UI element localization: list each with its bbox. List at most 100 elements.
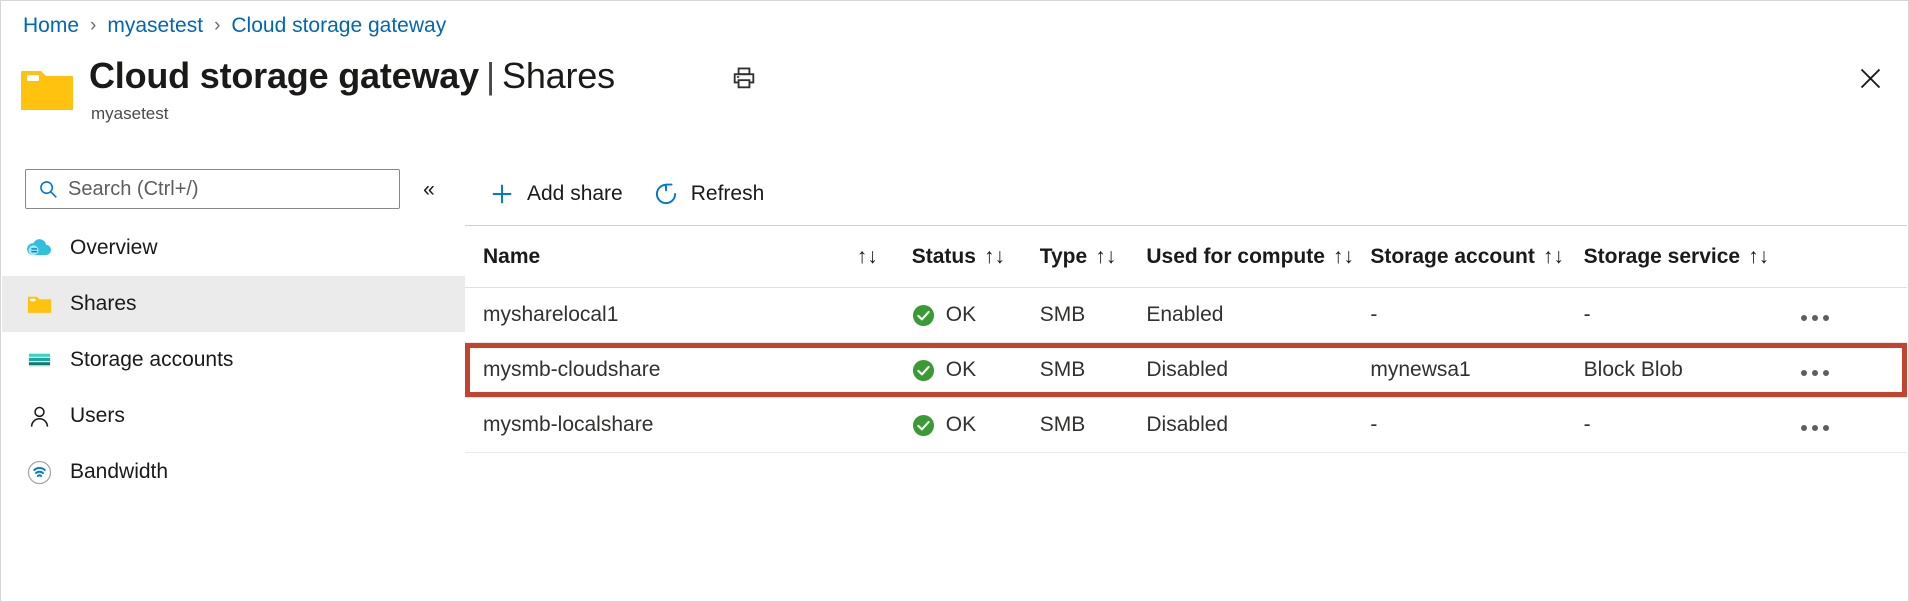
column-header-name[interactable]: Name ↑↓ [465, 226, 894, 288]
column-header-label: Storage account [1370, 245, 1535, 269]
column-header-label: Status [912, 245, 976, 269]
add-share-button[interactable]: Add share [481, 172, 637, 216]
collapse-sidebar-button[interactable]: « [414, 175, 444, 203]
breadcrumb: Home › myasetest › Cloud storage gateway [23, 11, 446, 41]
folder-icon [25, 290, 53, 318]
table-header-row: Name ↑↓ Status ↑↓ Type [465, 226, 1907, 288]
sort-icon[interactable]: ↑↓ [1333, 245, 1354, 269]
cloud-icon [25, 234, 53, 262]
cell-storage-service: - [1566, 288, 1779, 343]
success-check-icon [912, 414, 935, 437]
page-title-suffix: Shares [502, 55, 615, 96]
add-share-label: Add share [527, 182, 623, 206]
print-button[interactable] [727, 63, 761, 97]
storage-account-icon [25, 346, 53, 374]
sidebar-item-label: Overview [70, 236, 158, 260]
table-row[interactable]: mysmb-cloudshare OK [465, 343, 1907, 398]
sort-icon[interactable]: ↑↓ [857, 245, 894, 269]
success-check-icon [912, 359, 935, 382]
cell-status: OK [894, 398, 1022, 453]
page-title: Cloud storage gateway|Shares [89, 53, 615, 99]
sort-icon[interactable]: ↑↓ [1543, 245, 1564, 269]
cell-status: OK [894, 288, 1022, 343]
column-header-label: Used for compute [1146, 245, 1325, 269]
shares-panel: Add share Refresh [465, 163, 1907, 600]
column-header-label: Storage service [1584, 245, 1740, 269]
breadcrumb-item-home[interactable]: Home [23, 14, 79, 38]
search-input[interactable] [68, 178, 368, 201]
status-label: OK [946, 413, 976, 437]
search-box[interactable] [25, 169, 400, 209]
more-options-icon[interactable] [1797, 309, 1833, 327]
breadcrumb-item-cloud-storage-gateway[interactable]: Cloud storage gateway [231, 14, 446, 38]
cell-storage-account: - [1352, 398, 1565, 453]
refresh-label: Refresh [691, 182, 765, 206]
cell-storage-service: - [1566, 398, 1779, 453]
cell-used-for-compute: Disabled [1128, 398, 1352, 453]
column-header-label: Type [1040, 245, 1087, 269]
cell-used-for-compute: Enabled [1128, 288, 1352, 343]
sidebar-item-users[interactable]: Users [2, 388, 465, 444]
table-row[interactable]: mysharelocal1 OK [465, 288, 1907, 343]
sidebar: « Overview [2, 163, 465, 600]
sidebar-item-bandwidth[interactable]: Bandwidth [2, 444, 465, 500]
page-header: Cloud storage gateway|Shares myasetest [19, 53, 615, 124]
cell-name: mysharelocal1 [465, 288, 894, 343]
page-title-separator: | [486, 55, 495, 96]
status-label: OK [946, 358, 976, 382]
table-header: Name ↑↓ Status ↑↓ Type [465, 226, 1907, 288]
printer-icon [731, 65, 757, 96]
shares-table-container: Name ↑↓ Status ↑↓ Type [465, 225, 1907, 453]
column-header-status[interactable]: Status ↑↓ [894, 226, 1022, 288]
command-bar: Add share Refresh [465, 163, 786, 225]
status-label: OK [946, 303, 976, 327]
sidebar-item-label: Users [70, 404, 125, 428]
sidebar-item-overview[interactable]: Overview [2, 220, 465, 276]
success-check-icon [912, 304, 935, 327]
sidebar-item-storage-accounts[interactable]: Storage accounts [2, 332, 465, 388]
sort-icon[interactable]: ↑↓ [984, 245, 1005, 269]
search-icon [38, 179, 59, 200]
refresh-icon [649, 179, 683, 209]
column-header-type[interactable]: Type ↑↓ [1022, 226, 1129, 288]
sidebar-item-label: Shares [70, 292, 137, 316]
breadcrumb-separator-icon: › [214, 15, 220, 37]
page-subtitle: myasetest [91, 104, 615, 124]
cell-row-menu[interactable] [1779, 288, 1907, 343]
cell-storage-account: - [1352, 288, 1565, 343]
column-header-storage-account[interactable]: Storage account ↑↓ [1352, 226, 1565, 288]
table-row[interactable]: mysmb-localshare OK [465, 398, 1907, 453]
cell-used-for-compute: Disabled [1128, 343, 1352, 398]
cell-name: mysmb-localshare [465, 398, 894, 453]
sort-icon[interactable]: ↑↓ [1095, 245, 1116, 269]
breadcrumb-item-myasetest[interactable]: myasetest [107, 14, 203, 38]
plus-icon [485, 179, 519, 209]
more-options-icon[interactable] [1797, 364, 1833, 382]
breadcrumb-separator-icon: › [90, 15, 96, 37]
user-icon [25, 402, 53, 430]
cell-name: mysmb-cloudshare [465, 343, 894, 398]
folder-icon [19, 65, 75, 115]
more-options-icon[interactable] [1797, 419, 1833, 437]
column-header-used-for-compute[interactable]: Used for compute ↑↓ [1128, 226, 1352, 288]
cell-type: SMB [1022, 398, 1129, 453]
refresh-button[interactable]: Refresh [645, 172, 779, 216]
cell-status: OK [894, 343, 1022, 398]
close-icon [1857, 65, 1884, 97]
bandwidth-icon [25, 458, 53, 486]
cell-storage-service: Block Blob [1566, 343, 1779, 398]
cell-row-menu[interactable] [1779, 398, 1907, 453]
column-header-storage-service[interactable]: Storage service ↑↓ [1566, 226, 1907, 288]
close-button[interactable] [1850, 61, 1890, 101]
sidebar-nav: Overview Shares [2, 220, 465, 500]
sidebar-item-shares[interactable]: Shares [2, 276, 465, 332]
sort-icon[interactable]: ↑↓ [1748, 245, 1769, 269]
sidebar-item-label: Bandwidth [70, 460, 168, 484]
sidebar-item-label: Storage accounts [70, 348, 233, 372]
cell-storage-account: mynewsa1 [1352, 343, 1565, 398]
column-header-label: Name [483, 245, 540, 269]
cell-row-menu[interactable] [1779, 343, 1907, 398]
shares-table: Name ↑↓ Status ↑↓ Type [465, 225, 1907, 453]
cell-type: SMB [1022, 288, 1129, 343]
page-title-main: Cloud storage gateway [89, 55, 479, 96]
